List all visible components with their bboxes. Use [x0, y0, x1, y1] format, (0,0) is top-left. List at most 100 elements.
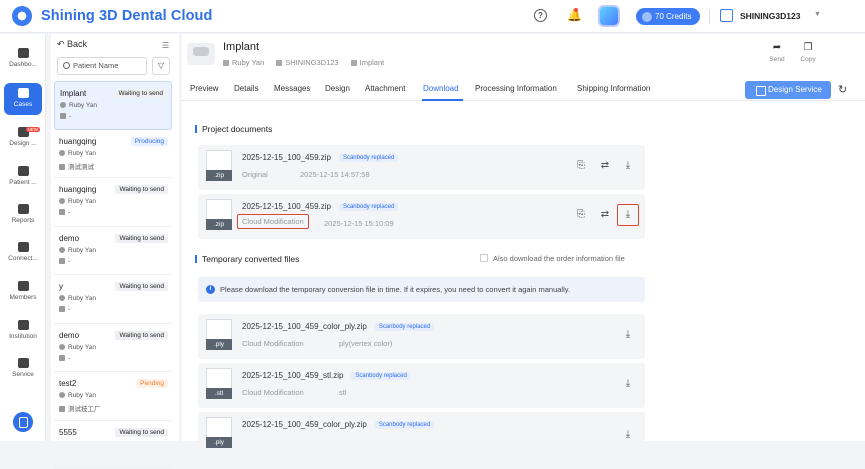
convert-icon[interactable]: ⎘	[574, 159, 588, 173]
download-icon[interactable]: ⤓	[621, 328, 635, 342]
file-name: 2025-12-15_100_459_color_ply.zipScanbody…	[242, 420, 434, 429]
implant-icon	[187, 43, 215, 65]
ply-file-icon: .ply	[206, 319, 232, 349]
case-lab: -	[59, 258, 172, 265]
file-format: ply(vertex color)	[339, 339, 392, 348]
swap-icon[interactable]: ⇄	[598, 208, 612, 222]
notification-dot	[574, 8, 578, 12]
design-service-button[interactable]: Design Service	[745, 81, 831, 99]
ai-assistant-icon[interactable]	[598, 5, 620, 27]
ply-file-icon: .ply	[206, 417, 232, 447]
file-name: 2025-12-15_100_459_stl.zipScanbody repla…	[242, 371, 411, 380]
order-meta: Ruby Yan SHINING3D123 Implant	[223, 58, 384, 67]
copy-label: Copy	[800, 56, 815, 63]
file-name: 2025-12-15_100_459.zipScanbody replaced	[242, 153, 398, 162]
nav-design[interactable]: NEWDesign ...	[0, 127, 46, 161]
send-button[interactable]: ➦Send	[763, 42, 791, 63]
file-date: 2025-12-15 15:10:09	[324, 219, 394, 228]
file-date: 2025-12-15 14:57:58	[300, 170, 370, 179]
case-status-badge: Waiting to send	[114, 89, 167, 98]
nav-patient[interactable]: Patient ...	[0, 166, 46, 200]
tooth-icon	[351, 60, 357, 66]
new-badge: NEW	[26, 127, 41, 132]
report-icon	[18, 204, 29, 214]
file-source: Cloud Modification	[242, 339, 304, 348]
user-icon	[59, 150, 65, 156]
copy-button[interactable]: ❐Copy	[794, 42, 822, 63]
case-list-item[interactable]: ImplantWaiting to sendRuby Yan-	[54, 81, 172, 130]
scanbody-badge: Scanbody replaced	[375, 323, 434, 331]
tab-details[interactable]: Details	[234, 84, 258, 93]
search-input[interactable]: Patient Name	[57, 57, 147, 75]
chart-icon	[18, 48, 29, 58]
zip-file-icon: .zip	[206, 199, 232, 229]
tab-processing-information[interactable]: Processing Information	[475, 84, 557, 93]
case-list-item[interactable]: demoWaiting to sendRuby Yan-	[54, 324, 172, 373]
connect-icon	[18, 242, 29, 252]
case-list-item[interactable]: yWaiting to sendRuby Yan-	[54, 275, 172, 324]
case-lab: -	[60, 113, 171, 120]
also-download-checkbox[interactable]: Also download the order information file	[480, 254, 625, 263]
case-list-item[interactable]: demoWaiting to sendRuby Yan-	[54, 227, 172, 276]
checkbox-label: Also download the order information file	[493, 254, 625, 263]
refresh-icon[interactable]: ↻	[838, 83, 847, 96]
tab-preview[interactable]: Preview	[190, 84, 218, 93]
back-button[interactable]: ↶ Back	[57, 39, 87, 50]
case-list: ImplantWaiting to sendRuby Yan-huangqing…	[54, 81, 172, 469]
left-nav: Dashbo... Cases NEWDesign ... Patient ..…	[0, 34, 46, 441]
doctor-meta: Ruby Yan	[223, 58, 264, 67]
case-lab: 测试技工厂	[59, 403, 172, 413]
user-name[interactable]: SHINING3D123	[740, 11, 800, 21]
nav-dashboard[interactable]: Dashbo...	[0, 48, 46, 82]
file-row: .ply 2025-12-15_100_459_color_ply.zipSca…	[198, 412, 645, 441]
tab-download[interactable]: Download	[423, 84, 459, 93]
case-list-item[interactable]: test2PendingRuby Yan测试技工厂	[54, 372, 172, 421]
nav-cases[interactable]: Cases	[4, 83, 42, 115]
case-list-item[interactable]: huangqingWaiting to sendRuby Yan-	[54, 178, 172, 227]
stl-file-icon: .stl	[206, 368, 232, 398]
case-list-item[interactable]: huangqingProducingRuby Yan测试测试	[54, 130, 172, 179]
filter-icon[interactable]: ▽	[152, 57, 170, 75]
coin-icon	[642, 12, 652, 22]
file-format: stl	[339, 388, 347, 397]
service-icon	[18, 358, 29, 368]
user-icon	[59, 198, 65, 204]
chevron-down-icon[interactable]: ▼	[814, 11, 821, 18]
doctor-name: Ruby Yan	[232, 58, 264, 67]
convert-icon[interactable]: ⎘	[574, 208, 588, 222]
user-icon	[59, 392, 65, 398]
nav-service[interactable]: Service	[0, 358, 46, 392]
checkbox-icon	[480, 254, 488, 262]
nav-institution[interactable]: Institution	[0, 320, 46, 354]
help-icon[interactable]: ?	[534, 9, 547, 22]
nav-label: Dashbo...	[9, 61, 37, 68]
case-doctor: Ruby Yan	[59, 295, 172, 302]
collapse-icon[interactable]: ☰	[162, 41, 169, 50]
share-icon: ➦	[763, 42, 791, 53]
tab-attachment[interactable]: Attachment	[365, 84, 405, 93]
lab-icon	[59, 164, 65, 170]
nav-label: Cases	[14, 101, 32, 108]
nav-reports[interactable]: Reports	[0, 204, 46, 238]
case-status-badge: Producing	[131, 137, 168, 146]
lab-icon	[59, 406, 65, 412]
tab-design[interactable]: Design	[325, 84, 350, 93]
case-doctor: Ruby Yan	[59, 344, 172, 351]
nav-connect[interactable]: Connect...	[0, 242, 46, 276]
swap-icon[interactable]: ⇄	[598, 159, 612, 173]
case-lab: -	[59, 355, 172, 362]
download-icon[interactable]: ⤓	[621, 377, 635, 391]
nav-label: Members	[9, 294, 36, 301]
tab-shipping-information[interactable]: Shipping Information	[577, 84, 650, 93]
download-icon[interactable]: ⤓	[617, 204, 639, 226]
download-icon[interactable]: ⤓	[621, 159, 635, 173]
case-list-item[interactable]: 5555Waiting to send	[54, 421, 172, 469]
download-icon[interactable]: ⤓	[621, 428, 635, 442]
nav-members[interactable]: Members	[0, 281, 46, 315]
patient-icon	[18, 166, 29, 176]
credits-button[interactable]: 70 Credits	[636, 8, 700, 25]
mobile-app-icon[interactable]	[13, 412, 33, 432]
file-row: .zip 2025-12-15_100_459.zipScanbody repl…	[198, 145, 645, 190]
institution-icon	[18, 320, 29, 330]
tab-messages[interactable]: Messages	[274, 84, 310, 93]
